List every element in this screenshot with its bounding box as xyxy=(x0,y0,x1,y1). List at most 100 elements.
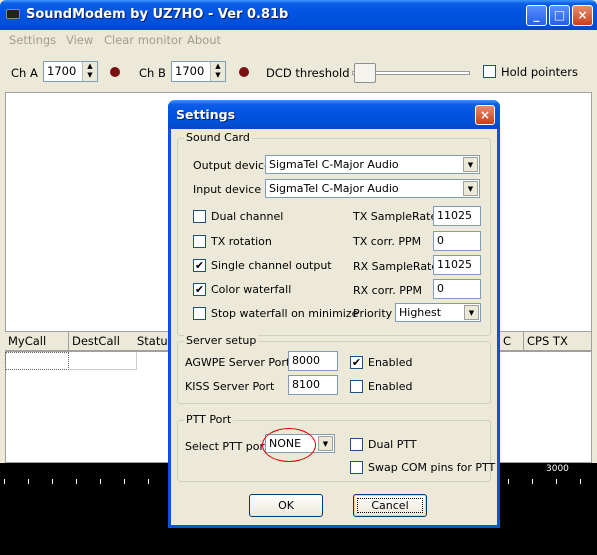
window-title: SoundModem by UZ7HO - Ver 0.81b xyxy=(26,7,289,22)
menu-clear-monitor[interactable]: Clear monitor xyxy=(104,33,183,47)
tx-ppm-field[interactable]: 0 xyxy=(433,231,481,251)
dialog-title-bar[interactable]: Settings × xyxy=(168,100,500,129)
grid-selected-cell[interactable] xyxy=(5,352,69,370)
menu-about[interactable]: About xyxy=(187,33,221,47)
chb-label: Ch B xyxy=(139,66,166,80)
agwpe-enabled-label: Enabled xyxy=(368,356,413,369)
waterfall-tick xyxy=(100,479,101,484)
spin-down-icon[interactable]: ▼ xyxy=(211,71,225,80)
priority-label: Priority xyxy=(353,307,393,320)
color-waterfall-checkbox[interactable]: ✔ xyxy=(193,283,206,296)
col-destcall[interactable]: DestCall xyxy=(69,332,137,351)
stop-waterfall-checkbox[interactable] xyxy=(193,307,206,320)
spin-down-icon[interactable]: ▼ xyxy=(83,71,97,80)
swap-com-label: Swap COM pins for PTT xyxy=(368,461,496,474)
sound-card-title: Sound Card xyxy=(184,131,252,144)
settings-dialog: Settings × Sound Card Output device Sigm… xyxy=(168,100,500,528)
waterfall-tick xyxy=(52,479,53,484)
kiss-port-value: 8100 xyxy=(292,378,320,391)
highlight-circle xyxy=(262,428,316,462)
col-cps-tx[interactable]: CPS TX xyxy=(524,332,592,351)
cha-freq-value: 1700 xyxy=(47,64,77,78)
waterfall-tick xyxy=(580,479,581,484)
color-waterfall-label: Color waterfall xyxy=(211,283,292,296)
dual-ptt-checkbox[interactable] xyxy=(350,438,363,451)
soundmodem-window: SoundModem by UZ7HO - Ver 0.81b _ □ × Se… xyxy=(0,0,597,555)
cha-spin-arrows[interactable]: ▲ ▼ xyxy=(82,62,97,81)
tx-rotation-label: TX rotation xyxy=(211,235,272,248)
spin-up-icon[interactable]: ▲ xyxy=(211,62,225,71)
cancel-button[interactable]: Cancel xyxy=(353,494,427,517)
single-channel-output-label: Single channel output xyxy=(211,259,332,272)
dcd-threshold-slider[interactable] xyxy=(352,63,472,83)
swap-com-checkbox[interactable] xyxy=(350,461,363,474)
waterfall-tick xyxy=(4,479,5,484)
col-c[interactable]: C xyxy=(500,332,524,351)
grid-cell[interactable] xyxy=(69,352,137,370)
waterfall-tick xyxy=(508,479,509,484)
slider-thumb[interactable] xyxy=(354,63,376,83)
chevron-down-icon[interactable]: ▼ xyxy=(318,436,333,451)
kiss-enabled-checkbox[interactable] xyxy=(350,380,363,393)
dialog-close-button[interactable]: × xyxy=(475,105,495,125)
tx-ppm-value: 0 xyxy=(437,234,444,247)
maximize-button[interactable]: □ xyxy=(549,5,570,26)
dialog-title: Settings xyxy=(176,107,236,122)
waterfall-tick xyxy=(532,479,533,484)
col-mycall[interactable]: MyCall xyxy=(5,332,69,351)
dual-channel-label: Dual channel xyxy=(211,210,284,223)
dual-ptt-label: Dual PTT xyxy=(368,438,417,451)
focus-ring xyxy=(357,498,423,513)
rx-samplerate-field[interactable]: 11025 xyxy=(433,255,481,275)
single-channel-output-checkbox[interactable]: ✔ xyxy=(193,259,206,272)
waterfall-scale-label: 3000 xyxy=(546,464,569,474)
menu-settings[interactable]: Settings xyxy=(9,33,56,47)
stop-waterfall-label: Stop waterfall on minimize xyxy=(211,307,359,320)
select-ptt-label: Select PTT port xyxy=(185,440,269,453)
rx-ppm-label: RX corr. PPM xyxy=(353,284,423,297)
kiss-port-label: KISS Server Port xyxy=(185,380,275,393)
output-device-label: Output device xyxy=(193,159,271,172)
chevron-down-icon[interactable]: ▼ xyxy=(463,157,478,172)
minimize-button[interactable]: _ xyxy=(526,5,547,26)
input-device-select[interactable]: SigmaTel C-Major Audio ▼ xyxy=(265,179,480,198)
hold-pointers-checkbox[interactable] xyxy=(483,65,496,78)
kiss-port-field[interactable]: 8100 xyxy=(288,375,338,395)
output-device-select[interactable]: SigmaTel C-Major Audio ▼ xyxy=(265,155,480,174)
dual-channel-checkbox[interactable] xyxy=(193,210,206,223)
agwpe-enabled-checkbox[interactable]: ✔ xyxy=(350,356,363,369)
rx-samplerate-label: RX SampleRate xyxy=(353,260,439,273)
ok-button[interactable]: OK xyxy=(249,494,323,517)
agwpe-port-value: 8000 xyxy=(292,354,320,367)
waterfall-tick xyxy=(76,479,77,484)
output-device-value: SigmaTel C-Major Audio xyxy=(269,158,399,171)
rx-ppm-value: 0 xyxy=(437,282,444,295)
chevron-down-icon[interactable]: ▼ xyxy=(464,305,479,320)
tx-ppm-label: TX corr. PPM xyxy=(353,235,422,248)
tx-samplerate-value: 11025 xyxy=(437,209,472,222)
chb-status-led xyxy=(239,67,249,77)
tx-rotation-checkbox[interactable] xyxy=(193,235,206,248)
cha-label: Ch A xyxy=(11,66,38,80)
title-bar[interactable]: SoundModem by UZ7HO - Ver 0.81b _ □ × xyxy=(0,0,597,30)
cha-status-led xyxy=(110,67,120,77)
chb-spin-arrows[interactable]: ▲ ▼ xyxy=(210,62,225,81)
dcd-threshold-label: DCD threshold xyxy=(266,66,350,80)
chevron-down-icon[interactable]: ▼ xyxy=(463,181,478,196)
tx-samplerate-field[interactable]: 11025 xyxy=(433,206,481,226)
chb-freq-spinner[interactable]: 1700 ▲ ▼ xyxy=(171,61,226,82)
close-button[interactable]: × xyxy=(572,5,593,26)
cha-freq-spinner[interactable]: 1700 ▲ ▼ xyxy=(43,61,98,82)
spin-up-icon[interactable]: ▲ xyxy=(83,62,97,71)
input-device-label: Input device xyxy=(193,183,262,196)
menu-view[interactable]: View xyxy=(66,33,93,47)
input-device-value: SigmaTel C-Major Audio xyxy=(269,182,399,195)
agwpe-port-field[interactable]: 8000 xyxy=(288,351,338,371)
hold-pointers-label: Hold pointers xyxy=(501,65,578,79)
rx-ppm-field[interactable]: 0 xyxy=(433,279,481,299)
waterfall-tick xyxy=(148,479,149,484)
dialog-body: Sound Card Output device SigmaTel C-Majo… xyxy=(171,129,497,525)
server-setup-title: Server setup xyxy=(184,334,259,347)
waterfall-tick xyxy=(556,479,557,484)
priority-select[interactable]: Highest ▼ xyxy=(395,303,481,322)
